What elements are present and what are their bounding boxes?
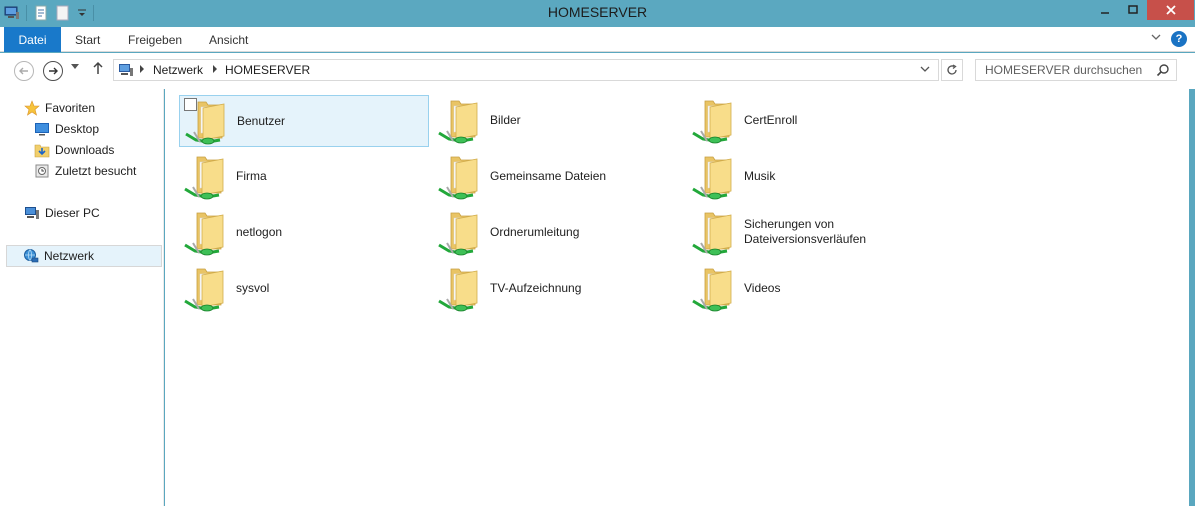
item-checkbox[interactable] [184, 98, 197, 111]
folder-item-musik[interactable]: Musik [687, 151, 937, 203]
folder-item-videos[interactable]: Videos [687, 263, 937, 315]
folder-label: Gemeinsame Dateien [490, 169, 607, 183]
folder-label: Bilder [490, 113, 521, 127]
expand-ribbon-button[interactable] [1150, 31, 1164, 47]
help-icon[interactable]: ? [1171, 31, 1187, 47]
shared-folder-icon [183, 265, 231, 313]
tab-view[interactable]: Ansicht [209, 27, 248, 52]
forward-arrow-icon [49, 67, 58, 75]
breadcrumb-netzwerk[interactable]: Netzwerk [153, 63, 203, 77]
folder-label: netlogon [236, 225, 283, 239]
folder-item-certenroll[interactable]: CertEnroll [687, 95, 937, 147]
network-icon [23, 248, 39, 264]
chevron-down-icon [71, 64, 79, 69]
shared-folder-icon [183, 153, 231, 201]
nav-favorites-label: Favoriten [45, 101, 96, 115]
folder-label-line-1: Sicherungen von [744, 217, 835, 231]
breadcrumb-homeserver[interactable]: HOMESERVER [225, 63, 310, 77]
folder-label: TV-Aufzeichnung [490, 281, 582, 295]
nav-network[interactable]: Netzwerk [6, 245, 162, 267]
folder-item-ordnerumleitung[interactable]: Ordnerumleitung [433, 207, 683, 259]
folder-item-sysvol[interactable]: sysvol [179, 263, 429, 315]
recent-locations-button[interactable] [71, 63, 79, 73]
folder-item-benutzer[interactable]: Benutzer [179, 95, 429, 147]
folder-label: Ordnerumleitung [490, 225, 580, 239]
shared-folder-icon [691, 209, 739, 257]
nav-this-pc[interactable]: Dieser PC [24, 203, 100, 223]
close-icon [1165, 5, 1176, 15]
nav-item-downloads[interactable]: Downloads [34, 140, 114, 160]
network-location-icon [118, 63, 134, 77]
desktop-icon [34, 121, 50, 137]
star-icon [24, 100, 40, 116]
nav-item-recent-label: Zuletzt besucht [55, 164, 137, 178]
folder-label: Musik [744, 169, 776, 183]
tab-file[interactable]: Datei [4, 27, 61, 52]
nav-item-desktop-label: Desktop [55, 122, 100, 136]
folder-label: Videos [744, 281, 781, 295]
breadcrumb-chevron-icon[interactable] [139, 64, 145, 77]
computer-icon [24, 205, 40, 221]
shared-folder-icon [437, 209, 485, 257]
folder-label: CertEnroll [744, 113, 798, 127]
up-button[interactable] [92, 60, 104, 80]
folder-view: Benutzer Bilder CertEnroll Firma Gemeins… [165, 89, 1189, 506]
nav-this-pc-label: Dieser PC [45, 206, 100, 220]
up-arrow-icon [93, 61, 103, 74]
refresh-icon [947, 64, 957, 75]
folder-item-firma[interactable]: Firma [179, 151, 429, 203]
navigation-pane: Favoriten Desktop Downloads Zuletzt besu… [0, 89, 164, 506]
nav-favorites[interactable]: Favoriten [24, 98, 95, 118]
folder-label: Firma [236, 169, 267, 183]
folder-label: sysvol [236, 281, 270, 295]
folder-item-sicherungen[interactable]: Sicherungen von Dateiversionsverläufen [687, 207, 937, 259]
close-button[interactable] [1147, 0, 1194, 20]
shared-folder-icon [691, 153, 739, 201]
tab-start[interactable]: Start [75, 27, 100, 52]
folder-label: Benutzer [237, 114, 286, 128]
shared-folder-icon [437, 97, 485, 145]
forward-button[interactable] [43, 61, 63, 81]
refresh-button[interactable] [941, 59, 963, 81]
title-bar: HOMESERVER [0, 0, 1195, 27]
address-history-button[interactable] [920, 64, 930, 77]
shared-folder-icon [691, 97, 739, 145]
maximize-icon [1127, 5, 1138, 14]
nav-item-recent[interactable]: Zuletzt besucht [34, 161, 136, 181]
nav-item-downloads-label: Downloads [55, 143, 115, 157]
shared-folder-icon [183, 209, 231, 257]
folder-item-tv-aufzeichnung[interactable]: TV-Aufzeichnung [433, 263, 683, 315]
search-placeholder: HOMESERVER durchsuchen [985, 63, 1143, 77]
minimize-icon [1100, 12, 1109, 14]
back-button[interactable] [14, 61, 34, 81]
tab-share[interactable]: Freigeben [128, 27, 182, 52]
maximize-button[interactable] [1119, 0, 1146, 20]
folder-label-line-2: Dateiversionsverläufen [744, 232, 867, 246]
address-row: Netzwerk HOMESERVER HOMESERVER durchsuch… [0, 53, 1195, 89]
folder-item-gemeinsame-dateien[interactable]: Gemeinsame Dateien [433, 151, 683, 203]
nav-network-label: Netzwerk [44, 249, 95, 263]
address-bar[interactable]: Netzwerk HOMESERVER [113, 59, 939, 81]
search-input[interactable]: HOMESERVER durchsuchen [975, 59, 1177, 81]
back-arrow-icon [19, 67, 28, 75]
search-icon[interactable] [1156, 63, 1170, 77]
window-border [1189, 89, 1195, 506]
chevron-down-icon [920, 66, 930, 72]
chevron-down-icon [1151, 34, 1161, 40]
recent-places-icon [34, 163, 50, 179]
folder-item-netlogon[interactable]: netlogon [179, 207, 429, 259]
shared-folder-icon [691, 265, 739, 313]
explorer-window: HOMESERVER Datei Start Freigeben Ansicht… [0, 0, 1195, 506]
shared-folder-icon [437, 153, 485, 201]
minimize-button[interactable] [1091, 0, 1118, 20]
window-title: HOMESERVER [547, 4, 648, 20]
breadcrumb-chevron-icon[interactable] [212, 64, 218, 77]
nav-item-desktop[interactable]: Desktop [34, 119, 99, 139]
ribbon-tabs: Datei Start Freigeben Ansicht ? [0, 27, 1195, 52]
folder-item-bilder[interactable]: Bilder [433, 95, 683, 147]
shared-folder-icon [437, 265, 485, 313]
downloads-folder-icon [34, 142, 50, 158]
